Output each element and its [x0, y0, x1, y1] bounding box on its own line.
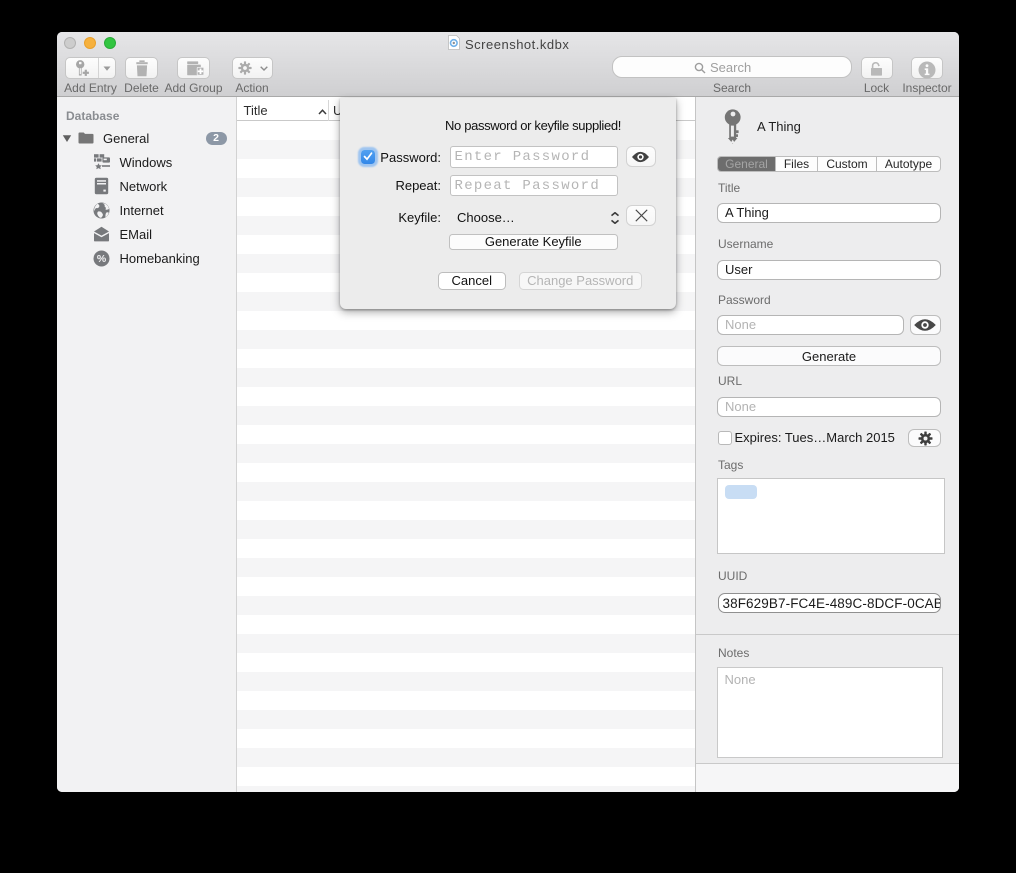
svg-text:%: % — [97, 253, 107, 265]
